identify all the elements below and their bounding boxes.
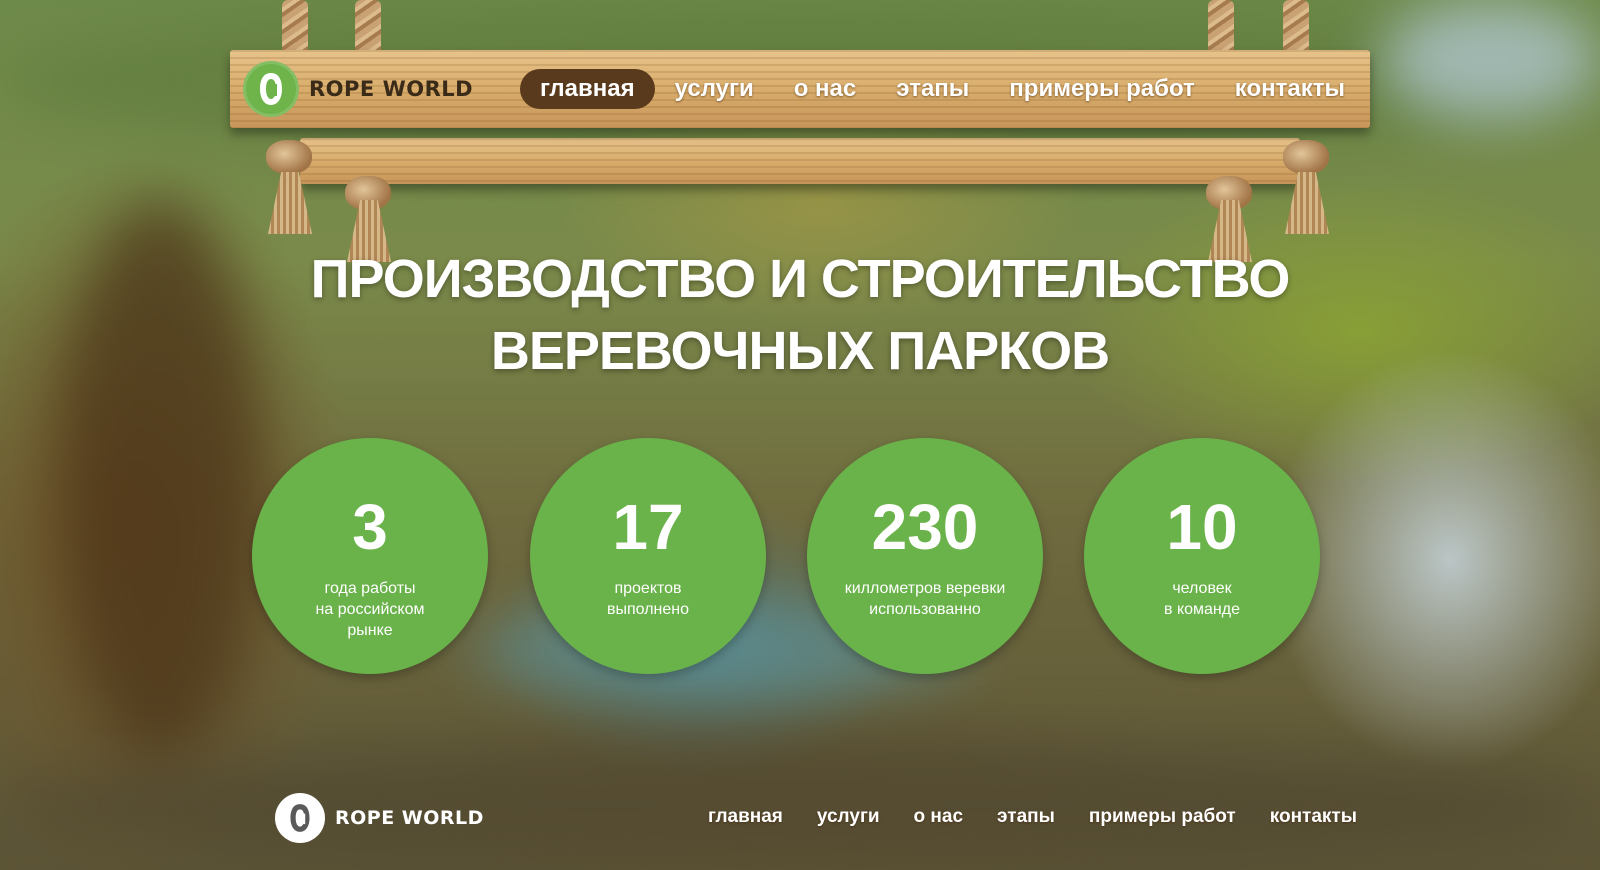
carabiner-icon: [243, 61, 299, 117]
header-nav: главная услуги о нас этапы примеры работ…: [520, 69, 1365, 109]
nav-item-stages[interactable]: этапы: [876, 69, 989, 109]
stat-label: киллометров веревки использованно: [827, 578, 1023, 620]
header-logo[interactable]: ROPE WORLD: [243, 61, 473, 117]
stat-label-line: в команде: [1164, 601, 1240, 618]
stat-label-line: проектов: [614, 580, 682, 597]
stat-label: проектов выполнено: [550, 578, 746, 620]
carabiner-icon: [275, 793, 325, 843]
stat-value: 17: [612, 491, 684, 563]
stat-rope-km: 230 киллометров веревки использованно: [807, 438, 1043, 674]
footer-nav-services[interactable]: услуги: [800, 806, 897, 828]
footer-nav-home[interactable]: главная: [691, 806, 800, 828]
footer-nav-portfolio[interactable]: примеры работ: [1072, 806, 1253, 828]
stat-label-line: рынке: [347, 622, 393, 639]
wooden-board-lower: [300, 138, 1300, 184]
hero-title: ПРОИЗВОДСТВО И СТРОИТЕЛЬСТВО ВЕРЕВОЧНЫХ …: [0, 243, 1600, 387]
nav-item-portfolio[interactable]: примеры работ: [989, 69, 1214, 109]
footer-brand-name: ROPE WORLD: [335, 807, 484, 829]
stat-label: года работы на российском рынке: [272, 578, 468, 641]
stat-label-line: использованно: [869, 601, 981, 618]
background-ground: [0, 740, 1600, 870]
stat-team: 10 человек в команде: [1084, 438, 1320, 674]
stat-label: человек в команде: [1104, 578, 1300, 620]
stat-projects: 17 проектов выполнено: [530, 438, 766, 674]
nav-item-home[interactable]: главная: [520, 69, 655, 109]
rope-knot: [1283, 140, 1329, 174]
stat-years: 3 года работы на российском рынке: [252, 438, 488, 674]
nav-item-contacts[interactable]: контакты: [1215, 69, 1365, 109]
brand-name: ROPE WORLD: [309, 77, 474, 101]
stat-label-line: киллометров веревки: [844, 580, 1006, 597]
hero-title-line-1: ПРОИЗВОДСТВО И СТРОИТЕЛЬСТВО: [310, 249, 1291, 309]
footer-nav-contacts[interactable]: контакты: [1253, 806, 1374, 828]
stat-value: 3: [352, 491, 388, 563]
header-board: ROPE WORLD главная услуги о нас этапы пр…: [230, 50, 1370, 128]
stat-label-line: года работы: [324, 580, 416, 597]
footer-nav-stages[interactable]: этапы: [980, 806, 1072, 828]
footer-nav: главная услуги о нас этапы примеры работ…: [691, 806, 1374, 828]
nav-item-services[interactable]: услуги: [655, 69, 774, 109]
footer-nav-about[interactable]: о нас: [897, 806, 981, 828]
nav-item-about[interactable]: о нас: [774, 69, 877, 109]
hero-title-line-2: ВЕРЕВОЧНЫХ ПАРКОВ: [490, 321, 1110, 381]
stat-label-line: выполнено: [606, 601, 689, 618]
stat-label-line: на российском: [315, 601, 425, 618]
rope-knot: [266, 140, 312, 174]
footer-logo[interactable]: ROPE WORLD: [275, 793, 484, 843]
stat-label-line: человек: [1172, 580, 1232, 597]
background-sky-right: [1380, 0, 1600, 120]
stat-value: 230: [871, 491, 979, 563]
stat-value: 10: [1166, 491, 1238, 563]
